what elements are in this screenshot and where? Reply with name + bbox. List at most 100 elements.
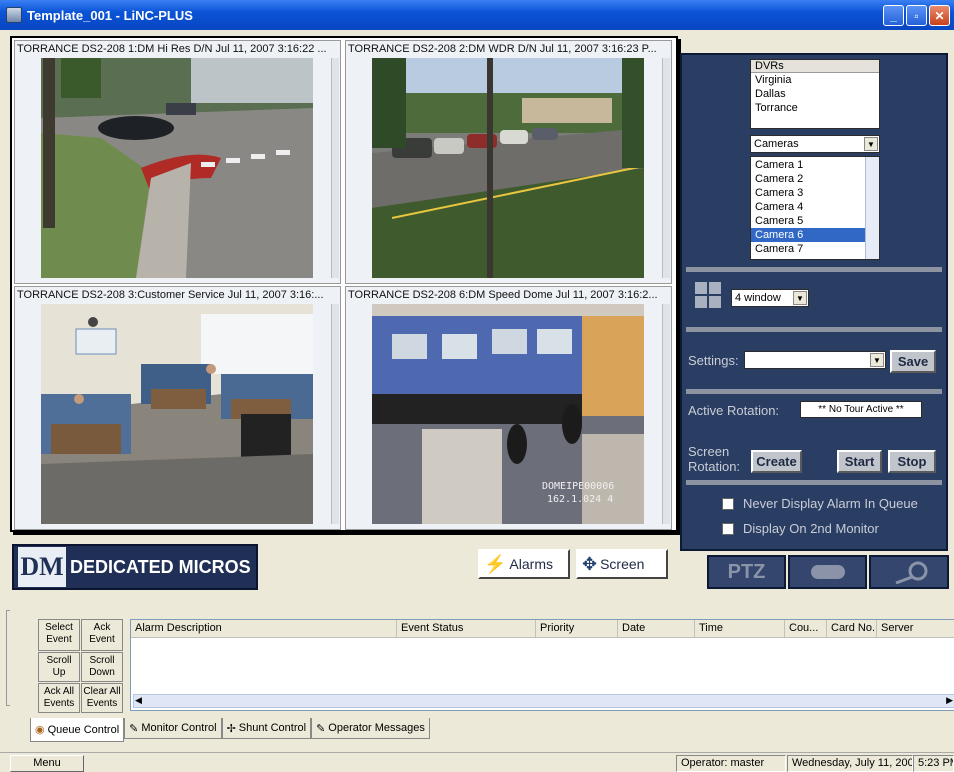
button-line: Clear All [83, 686, 121, 697]
never-display-alarm-row[interactable]: Never Display Alarm In Queue [722, 496, 918, 511]
select-event-button[interactable]: Select Event [38, 619, 80, 651]
control-panel: DVRs Virginia Dallas Torrance Cameras ▼ … [680, 53, 948, 551]
search-tab[interactable] [869, 555, 949, 589]
camera-list-scrollbar[interactable] [865, 157, 879, 259]
divider [686, 389, 942, 394]
camera-list-item-selected[interactable]: Camera 6 [751, 228, 879, 242]
camera-list-item[interactable]: Camera 3 [751, 186, 879, 200]
dvr-item-selected[interactable]: Torrance [751, 101, 879, 115]
camera-list-item[interactable]: Camera 7 [751, 242, 879, 256]
alarms-button[interactable]: ⚡ Alarms [478, 549, 570, 579]
tab-shunt-control[interactable]: ✢ Shunt Control [221, 718, 312, 739]
search-icon [895, 561, 928, 584]
cameras-combo[interactable]: Cameras ▼ [750, 135, 880, 153]
camera-scrollbar[interactable] [662, 58, 670, 278]
camera-pane-3[interactable]: TORRANCE DS2-208 3:Customer Service Jul … [14, 286, 341, 530]
tab-operator-messages[interactable]: ✎ Operator Messages [311, 718, 430, 739]
close-button[interactable]: ✕ [929, 5, 950, 26]
stop-button[interactable]: Stop [888, 450, 936, 473]
table-horizontal-scrollbar[interactable]: ◀ ▶ [133, 694, 954, 708]
window-mode-combo[interactable]: 4 window ▼ [731, 289, 809, 307]
scroll-down-button[interactable]: Scroll Down [81, 652, 123, 682]
chevron-down-icon[interactable]: ▼ [793, 291, 807, 305]
camera-feed-street [372, 58, 644, 278]
cameras-combo-value: Cameras [754, 138, 799, 150]
chevron-left-icon[interactable]: ◀ [135, 695, 142, 706]
camera-list-item[interactable]: Camera 5 [751, 214, 879, 228]
dm-logo-icon: DM [18, 547, 66, 587]
ptz-tab[interactable]: PTZ [707, 555, 786, 589]
ack-event-button[interactable]: Ack Event [81, 619, 123, 651]
never-display-alarm-label: Never Display Alarm In Queue [743, 496, 918, 511]
shunt-icon: ✢ [226, 722, 236, 735]
camera-feed-parking-lot [41, 58, 313, 278]
camera-pane-4[interactable]: TORRANCE DS2-208 6:DM Speed Dome Jul 11,… [345, 286, 672, 530]
dvr-list[interactable]: DVRs Virginia Dallas Torrance [750, 59, 880, 129]
camera-scrollbar[interactable] [331, 304, 339, 524]
camera-caption: TORRANCE DS2-208 6:DM Speed Dome Jul 11,… [348, 289, 658, 301]
operator-status: Operator: master [676, 755, 786, 772]
minimize-button[interactable]: _ [883, 5, 904, 26]
messages-icon: ✎ [316, 722, 326, 735]
maximize-button[interactable]: ▫ [906, 5, 927, 26]
chevron-right-icon[interactable]: ▶ [946, 695, 953, 706]
screen-label: Screen [600, 556, 645, 572]
settings-combo[interactable]: ▼ [744, 351, 886, 369]
button-line: Up [52, 667, 66, 678]
date-status: Wednesday, July 11, 2007 [787, 755, 913, 772]
save-button[interactable]: Save [890, 350, 936, 373]
monitor-icon: ✎ [129, 722, 139, 735]
column-header[interactable]: Cou... [785, 620, 827, 638]
camera-list-item[interactable]: Camera 4 [751, 200, 879, 214]
column-header[interactable]: Time [695, 620, 785, 638]
brand-logo: DM DEDICATED MICROS [12, 544, 258, 590]
scroll-up-button[interactable]: Scroll Up [38, 652, 80, 682]
camera-scrollbar[interactable] [662, 304, 670, 524]
dvr-item[interactable]: Dallas [751, 87, 879, 101]
camera-scrollbar[interactable] [331, 58, 339, 278]
tab-label: Operator Messages [328, 722, 425, 734]
tab-monitor-control[interactable]: ✎ Monitor Control [124, 718, 222, 739]
display-2nd-monitor-checkbox[interactable] [722, 522, 734, 535]
divider [686, 267, 942, 272]
camera-list[interactable]: Camera 1 Camera 2 Camera 3 Camera 4 Came… [750, 156, 880, 260]
menu-button[interactable]: Menu [10, 755, 84, 772]
column-header[interactable]: Alarm Description [131, 620, 397, 638]
chevron-down-icon[interactable]: ▼ [864, 137, 878, 151]
settings-label: Settings: [688, 353, 739, 368]
camera-pane-1[interactable]: TORRANCE DS2-208 1:DM Hi Res D/N Jul 11,… [14, 40, 341, 284]
button-line: Event [46, 634, 72, 645]
dvr-item[interactable]: Virginia [751, 73, 879, 87]
alarm-table[interactable]: Alarm Description Event Status Priority … [130, 619, 954, 711]
tab-label: Monitor Control [141, 722, 217, 734]
screen-button[interactable]: ✥ Screen [576, 549, 668, 579]
camera-pane-2[interactable]: TORRANCE DS2-208 2:DM WDR D/N Jul 11, 20… [345, 40, 672, 284]
column-header[interactable]: Event Status [397, 620, 536, 638]
camera-list-item[interactable]: Camera 1 [751, 158, 879, 172]
clear-all-events-button[interactable]: Clear All Events [81, 683, 123, 713]
button-line: Ack All [43, 686, 74, 697]
never-display-alarm-checkbox[interactable] [722, 497, 734, 510]
column-header[interactable]: Card No. [827, 620, 877, 638]
camera-tab[interactable] [788, 555, 867, 589]
start-button[interactable]: Start [837, 450, 882, 473]
camera-list-item[interactable]: Camera 2 [751, 172, 879, 186]
screen-rotation-label-line: Rotation: [688, 459, 741, 474]
active-rotation-value: ** No Tour Active ** [800, 401, 922, 418]
column-header[interactable]: Server [877, 620, 954, 638]
camera-feed-office [41, 304, 313, 524]
column-header[interactable]: Date [618, 620, 695, 638]
display-2nd-monitor-row[interactable]: Display On 2nd Monitor [722, 521, 879, 536]
button-line: Scroll [89, 655, 115, 666]
camera-overlay-id: DOMEIPE00006 [542, 481, 614, 492]
tab-queue-control[interactable]: ◉ Queue Control [30, 718, 125, 742]
chevron-down-icon[interactable]: ▼ [870, 353, 884, 367]
column-header[interactable]: Priority [536, 620, 618, 638]
button-line: Events [43, 698, 75, 709]
app-icon [6, 7, 22, 23]
create-button[interactable]: Create [751, 450, 802, 473]
button-line: Down [89, 667, 115, 678]
button-line: Select [45, 622, 73, 633]
ack-all-events-button[interactable]: Ack All Events [38, 683, 80, 713]
divider [686, 480, 942, 485]
